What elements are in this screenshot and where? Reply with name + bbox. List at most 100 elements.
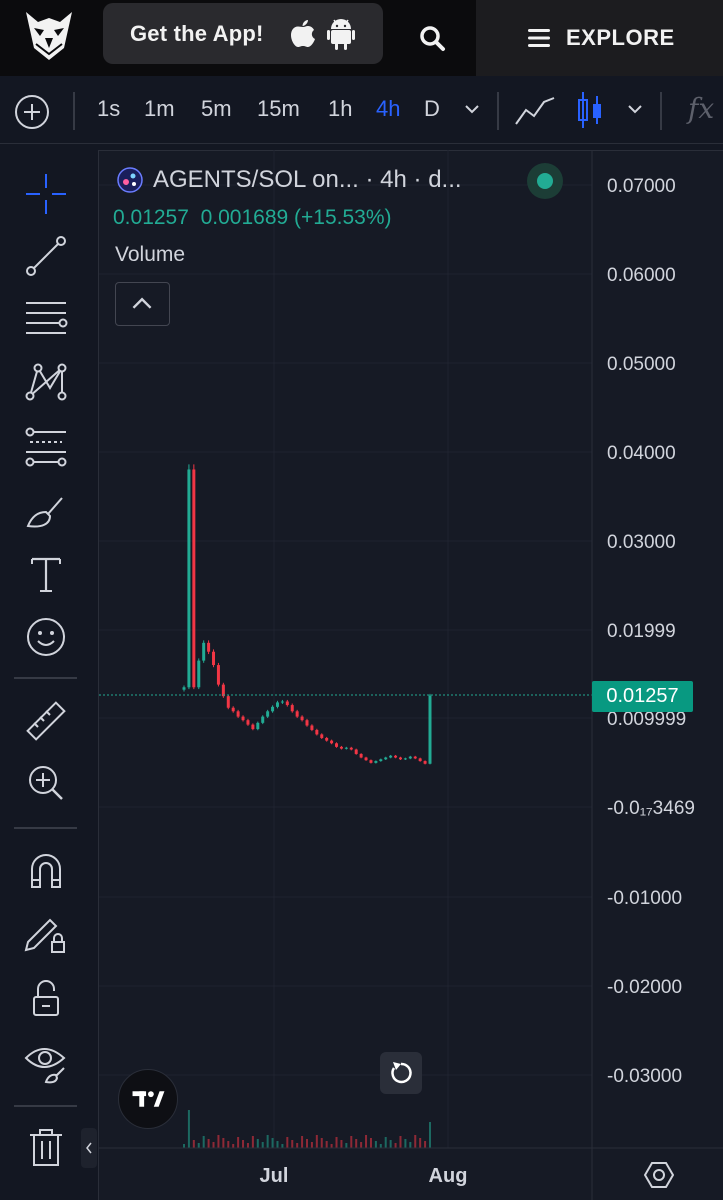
price-axis-label: -0.01000 — [607, 888, 682, 909]
candle-body — [241, 716, 245, 721]
symbol-title[interactable]: AGENTS/SOL on... · 4h · d... — [153, 166, 462, 194]
last-price-tag: 0.01257 — [592, 681, 693, 712]
volume-bar — [306, 1139, 308, 1148]
volume-bar — [286, 1137, 289, 1148]
volume-bar — [335, 1137, 338, 1148]
volume-bar — [374, 1141, 377, 1148]
volume-bar — [183, 1144, 185, 1148]
candle-body — [197, 660, 201, 688]
volume-bar — [242, 1140, 245, 1148]
candle-body — [364, 757, 368, 761]
candle-body — [275, 702, 279, 707]
candle-body — [349, 747, 353, 750]
change-value: 0.001689 — [200, 206, 289, 229]
volume-bar — [399, 1136, 402, 1148]
last-price-value: 0.01257 — [113, 206, 189, 229]
tradingview-logo-icon — [132, 1091, 165, 1107]
price-change-readout: 0.01257 0.001689 (+15.53%) — [113, 206, 392, 230]
volume-bar — [409, 1142, 412, 1148]
market-status-dot[interactable] — [527, 163, 563, 199]
candle-body — [379, 759, 383, 762]
chart-settings-icon[interactable] — [644, 1160, 674, 1190]
candle-body — [320, 734, 324, 738]
reset-icon — [391, 1062, 412, 1084]
candle-body — [408, 756, 412, 759]
volume-bar — [394, 1143, 397, 1148]
candle-body — [359, 753, 363, 758]
candle-body — [251, 724, 255, 730]
price-axis-label: 0.07000 — [607, 176, 676, 197]
change-percent: (+15.53%) — [294, 206, 392, 229]
price-axis-label: -0.03000 — [607, 1066, 682, 1087]
volume-bar — [404, 1139, 407, 1148]
volume-bar — [320, 1138, 323, 1148]
candle-body — [236, 711, 240, 717]
candle-body — [418, 758, 422, 762]
volume-bar — [325, 1141, 328, 1148]
volume-bar — [315, 1135, 318, 1148]
volume-bar — [414, 1135, 417, 1148]
candle-body — [374, 761, 378, 763]
collapse-legend-button[interactable] — [115, 282, 170, 326]
candle-body — [335, 743, 339, 747]
candle-body — [192, 469, 196, 688]
volume-bar — [389, 1140, 392, 1148]
candle-body — [389, 755, 393, 758]
volume-bar — [251, 1136, 254, 1148]
chevron-up-icon — [132, 297, 152, 309]
volume-bar — [281, 1144, 284, 1148]
candle-body — [330, 740, 334, 744]
candle-body — [261, 716, 265, 723]
volume-bar — [202, 1136, 205, 1148]
volume-bar — [429, 1122, 431, 1148]
volume-bar — [266, 1135, 269, 1148]
volume-bar — [212, 1142, 215, 1148]
candle-body — [221, 684, 225, 697]
price-axis-label: 0.06000 — [607, 265, 676, 286]
volume-bar — [246, 1143, 249, 1148]
candle-body — [344, 747, 348, 749]
candle-body — [182, 687, 186, 690]
volume-bar — [379, 1144, 382, 1148]
candle-body — [226, 696, 230, 708]
candle-body — [216, 665, 220, 685]
token-logo-icon — [117, 167, 143, 193]
candle-body — [246, 720, 250, 725]
candle-body — [315, 729, 319, 735]
candle-body — [403, 758, 407, 760]
volume-bar — [227, 1141, 230, 1148]
volume-bar — [207, 1139, 210, 1148]
candle-body — [212, 651, 216, 666]
candle-body — [339, 746, 343, 749]
candle-body — [325, 737, 329, 741]
time-axis-label: Aug — [429, 1165, 468, 1187]
volume-bar — [301, 1136, 304, 1148]
candle-body — [369, 760, 373, 763]
volume-indicator-label[interactable]: Volume — [115, 243, 185, 267]
candle-body — [207, 642, 211, 652]
candle-body — [202, 642, 206, 661]
candle-body — [280, 701, 284, 703]
candle-body — [256, 722, 260, 730]
candle-body — [428, 695, 432, 764]
volume-bar — [276, 1141, 279, 1148]
time-axis: Jul Aug — [260, 1165, 468, 1187]
price-axis-label: 0.05000 — [607, 354, 676, 375]
candle-body — [413, 756, 417, 759]
candle-body — [394, 755, 398, 758]
volume-bar — [197, 1143, 200, 1148]
volume-bar — [237, 1137, 240, 1148]
volume-bar — [340, 1140, 343, 1148]
volume-bars — [183, 1110, 431, 1148]
reset-chart-button[interactable] — [380, 1052, 422, 1094]
tradingview-logo[interactable] — [118, 1069, 178, 1129]
chart-grid — [99, 150, 592, 1148]
candle-body — [300, 716, 304, 721]
candle-body — [295, 711, 299, 717]
time-axis-label: Jul — [260, 1165, 289, 1187]
price-axis-label: -0.0₁₇3469 — [607, 798, 695, 819]
candles — [182, 464, 432, 765]
volume-bar — [261, 1142, 264, 1148]
candle-body — [187, 469, 191, 688]
volume-bar — [365, 1135, 368, 1148]
